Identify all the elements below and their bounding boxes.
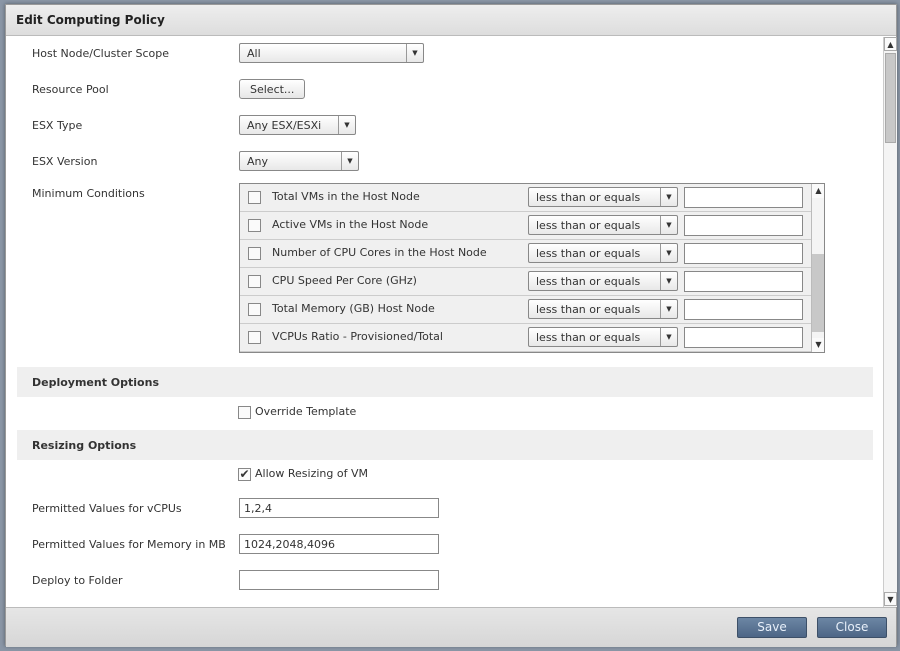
condition-value-input[interactable] [684, 215, 803, 236]
memory-label: Permitted Values for Memory in MB [32, 538, 226, 551]
esx-version-label: ESX Version [32, 155, 98, 168]
operator-value: less than or equals [536, 275, 641, 288]
condition-name: Number of CPU Cores in the Host Node [272, 246, 487, 259]
dialog-content: Host Node/Cluster Scope All ▼ Resource Po… [6, 37, 882, 607]
checkmark-icon[interactable]: ✔ [238, 467, 251, 481]
chevron-down-icon: ▼ [338, 116, 355, 134]
min-conditions-label: Minimum Conditions [32, 187, 145, 200]
vcpus-input[interactable]: 1,2,4 [239, 498, 439, 518]
chevron-down-icon: ▼ [660, 300, 677, 318]
scroll-down-icon[interactable]: ▼ [884, 592, 897, 606]
condition-value-input[interactable] [684, 187, 803, 208]
override-template-label: Override Template [255, 405, 357, 418]
condition-checkbox[interactable] [248, 247, 261, 260]
folder-input[interactable] [239, 570, 439, 590]
esx-version-select[interactable]: Any ▼ [239, 151, 359, 171]
allow-resizing-checkbox[interactable]: ✔ Allow Resizing of VM [238, 467, 368, 481]
condition-row: VCPUs Ratio - Provisioned/Total less tha… [240, 324, 811, 352]
chevron-down-icon: ▼ [660, 272, 677, 290]
condition-value-input[interactable] [684, 243, 803, 264]
scroll-up-icon[interactable]: ▲ [884, 37, 897, 51]
memory-input[interactable]: 1024,2048,4096 [239, 534, 439, 554]
condition-row: Active VMs in the Host Node less than or… [240, 212, 811, 240]
resource-pool-select-button[interactable]: Select... [239, 79, 306, 99]
condition-name: VCPUs Ratio - Provisioned/Total [272, 330, 443, 343]
condition-operator-select[interactable]: less than or equals ▼ [528, 243, 678, 263]
condition-checkbox[interactable] [248, 219, 261, 232]
operator-value: less than or equals [536, 191, 641, 204]
condition-name: CPU Speed Per Core (GHz) [272, 274, 417, 287]
vcpus-label: Permitted Values for vCPUs [32, 502, 182, 515]
close-button[interactable]: Close [817, 617, 887, 638]
operator-value: less than or equals [536, 303, 641, 316]
override-template-checkbox[interactable]: Override Template [238, 405, 356, 419]
scroll-down-icon[interactable]: ▼ [812, 338, 824, 352]
operator-value: less than or equals [536, 331, 641, 344]
condition-name: Active VMs in the Host Node [272, 218, 429, 231]
condition-checkbox[interactable] [248, 331, 261, 344]
condition-name: Total VMs in the Host Node [272, 190, 420, 203]
dialog-footer: Save Close [6, 607, 896, 647]
condition-value-input[interactable] [684, 299, 803, 320]
resizing-options-header: Resizing Options [17, 430, 873, 460]
chevron-down-icon: ▼ [660, 328, 677, 346]
condition-operator-select[interactable]: less than or equals ▼ [528, 299, 678, 319]
condition-checkbox[interactable] [248, 303, 261, 316]
condition-operator-select[interactable]: less than or equals ▼ [528, 327, 678, 347]
condition-row: Number of CPU Cores in the Host Node les… [240, 240, 811, 268]
deployment-options-header: Deployment Options [17, 367, 873, 397]
chevron-down-icon: ▼ [406, 44, 423, 62]
condition-name: Total Memory (GB) Host Node [272, 302, 435, 315]
conditions-table: Total VMs in the Host Node less than or … [239, 183, 825, 353]
condition-row: CPU Speed Per Core (GHz) less than or eq… [240, 268, 811, 296]
chevron-down-icon: ▼ [341, 152, 358, 170]
operator-value: less than or equals [536, 247, 641, 260]
folder-label: Deploy to Folder [32, 574, 123, 587]
condition-checkbox[interactable] [248, 191, 261, 204]
condition-operator-select[interactable]: less than or equals ▼ [528, 215, 678, 235]
scope-select[interactable]: All ▼ [239, 43, 424, 63]
condition-checkbox[interactable] [248, 275, 261, 288]
scroll-thumb[interactable] [812, 254, 824, 332]
condition-operator-select[interactable]: less than or equals ▼ [528, 271, 678, 291]
save-button[interactable]: Save [737, 617, 807, 638]
dialog-title: Edit Computing Policy [6, 5, 896, 36]
scroll-up-icon[interactable]: ▲ [812, 184, 824, 198]
condition-value-input[interactable] [684, 327, 803, 348]
esx-version-value: Any [247, 155, 269, 168]
chevron-down-icon: ▼ [660, 188, 677, 206]
scroll-thumb[interactable] [885, 53, 896, 143]
allow-resizing-label: Allow Resizing of VM [255, 467, 368, 480]
esx-type-label: ESX Type [32, 119, 83, 132]
conditions-scrollbar[interactable]: ▲ ▼ [811, 184, 824, 352]
edit-computing-policy-dialog: Edit Computing Policy Host Node/Cluster … [5, 4, 897, 647]
condition-operator-select[interactable]: less than or equals ▼ [528, 187, 678, 207]
chevron-down-icon: ▼ [660, 216, 677, 234]
checkbox[interactable] [238, 405, 251, 419]
condition-row: Total VMs in the Host Node less than or … [240, 184, 811, 212]
condition-value-input[interactable] [684, 271, 803, 292]
operator-value: less than or equals [536, 219, 641, 232]
scope-label: Host Node/Cluster Scope [32, 47, 170, 60]
resource-pool-label: Resource Pool [32, 83, 109, 96]
condition-row: Total Memory (GB) Host Node less than or… [240, 296, 811, 324]
esx-type-select[interactable]: Any ESX/ESXi ▼ [239, 115, 356, 135]
dialog-scrollbar[interactable]: ▲ ▼ [883, 37, 897, 607]
chevron-down-icon: ▼ [660, 244, 677, 262]
scope-value: All [247, 47, 261, 60]
esx-type-value: Any ESX/ESXi [247, 119, 322, 132]
